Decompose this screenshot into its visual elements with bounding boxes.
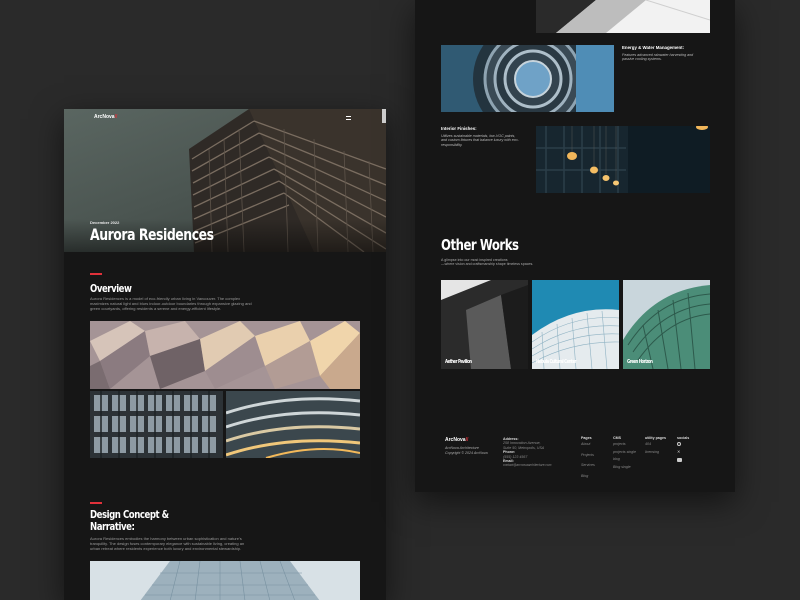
- homepage-preview-right: Energy & Water Management: Features adva…: [415, 0, 735, 492]
- work-title: Aether Pavilion: [445, 359, 472, 365]
- top-image-building-corner: [536, 0, 710, 33]
- footer-copyright: Copyright © 2024 ArcNova: [445, 451, 488, 455]
- socials-label: socials: [677, 436, 690, 440]
- scrollbar-thumb[interactable]: [382, 109, 386, 123]
- footer-cms: CMS projects projects single blog Blog s…: [613, 436, 643, 469]
- utility-label: utility pages: [645, 436, 666, 440]
- footer-link-blog[interactable]: Blog: [581, 474, 611, 478]
- work-card-green-horizon[interactable]: Green Horizon: [623, 280, 710, 369]
- interior-heading: Interior Finishes:: [441, 126, 477, 131]
- footer-link-services[interactable]: Services: [581, 463, 611, 467]
- work-title: Green Horizon: [627, 359, 653, 365]
- design-text: Aurora Residences embodies the harmony b…: [90, 536, 245, 551]
- footer-pages: Pages About Projects Services Blog: [581, 436, 611, 478]
- design-image-glass-tower: [90, 561, 360, 600]
- work-title: Nebula Cultural Center: [536, 359, 577, 365]
- logo[interactable]: ArcNova//: [94, 114, 117, 120]
- work-card-nebula-cultural-center[interactable]: Nebula Cultural Center: [532, 280, 619, 369]
- hero-title: Aurora Residences: [90, 225, 214, 244]
- gallery-image-curved-balconies: [226, 391, 360, 458]
- overview-text: Aurora Residences is a model of eco-frie…: [90, 296, 252, 311]
- interior-text: Utilizes sustainable materials, low-VOC …: [441, 134, 519, 147]
- gallery-image-window-grid: [90, 391, 223, 458]
- hero-section: ArcNova// December 2022 Aurora Residence…: [64, 109, 386, 252]
- cms-label: CMS: [613, 436, 621, 440]
- footer-link-about[interactable]: About: [581, 442, 611, 446]
- footer-link-404[interactable]: 404: [645, 442, 675, 446]
- interior-image-pendant-lights: [536, 126, 710, 193]
- footer-utility: utility pages 404 licensing: [645, 436, 675, 454]
- footer-socials: socials ✕: [677, 436, 703, 462]
- twitter-icon[interactable]: ✕: [677, 450, 681, 454]
- pages-label: Pages: [581, 436, 592, 440]
- email-value[interactable]: contact@arcnovaarchitecture.com: [503, 463, 579, 467]
- energy-heading: Energy & Water Management:: [622, 45, 685, 50]
- energy-image-spiral-atrium: [441, 45, 614, 112]
- gallery-image-facade-panels: [90, 321, 360, 389]
- footer-link-cms-projects[interactable]: projects: [613, 442, 643, 446]
- other-works-subtitle: A glimpse into our most inspired creatio…: [441, 258, 534, 267]
- footer-contact: Address: 258 Innovation Avenue, Suite 50…: [503, 437, 579, 468]
- youtube-icon[interactable]: [677, 458, 682, 462]
- footer-link-licensing[interactable]: licensing: [645, 450, 675, 454]
- accent-bar: [90, 273, 102, 275]
- footer-link-cms-blog-single[interactable]: Blog single: [613, 465, 643, 469]
- menu-icon[interactable]: [346, 116, 351, 120]
- design-heading-line1: Design Concept &: [90, 508, 169, 521]
- overview-heading: Overview: [90, 282, 132, 295]
- footer-link-cms-projects-single[interactable]: projects single: [613, 450, 643, 454]
- instagram-icon[interactable]: [677, 442, 681, 447]
- footer-link-cms-blog[interactable]: blog: [613, 457, 643, 461]
- other-works-heading: Other Works: [441, 236, 519, 254]
- work-card-aether-pavilion[interactable]: Aether Pavilion: [441, 280, 528, 369]
- footer-tagline: ArcNova Architecture: [445, 446, 479, 450]
- homepage-preview-left: ArcNova// December 2022 Aurora Residence…: [64, 109, 386, 600]
- design-heading-line2: Narrative:: [90, 520, 135, 533]
- footer-logo[interactable]: ArcNova//: [445, 437, 468, 443]
- accent-bar: [90, 502, 102, 504]
- energy-text: Features advanced rainwater harvesting a…: [622, 53, 694, 62]
- footer-link-projects[interactable]: Projects: [581, 453, 611, 457]
